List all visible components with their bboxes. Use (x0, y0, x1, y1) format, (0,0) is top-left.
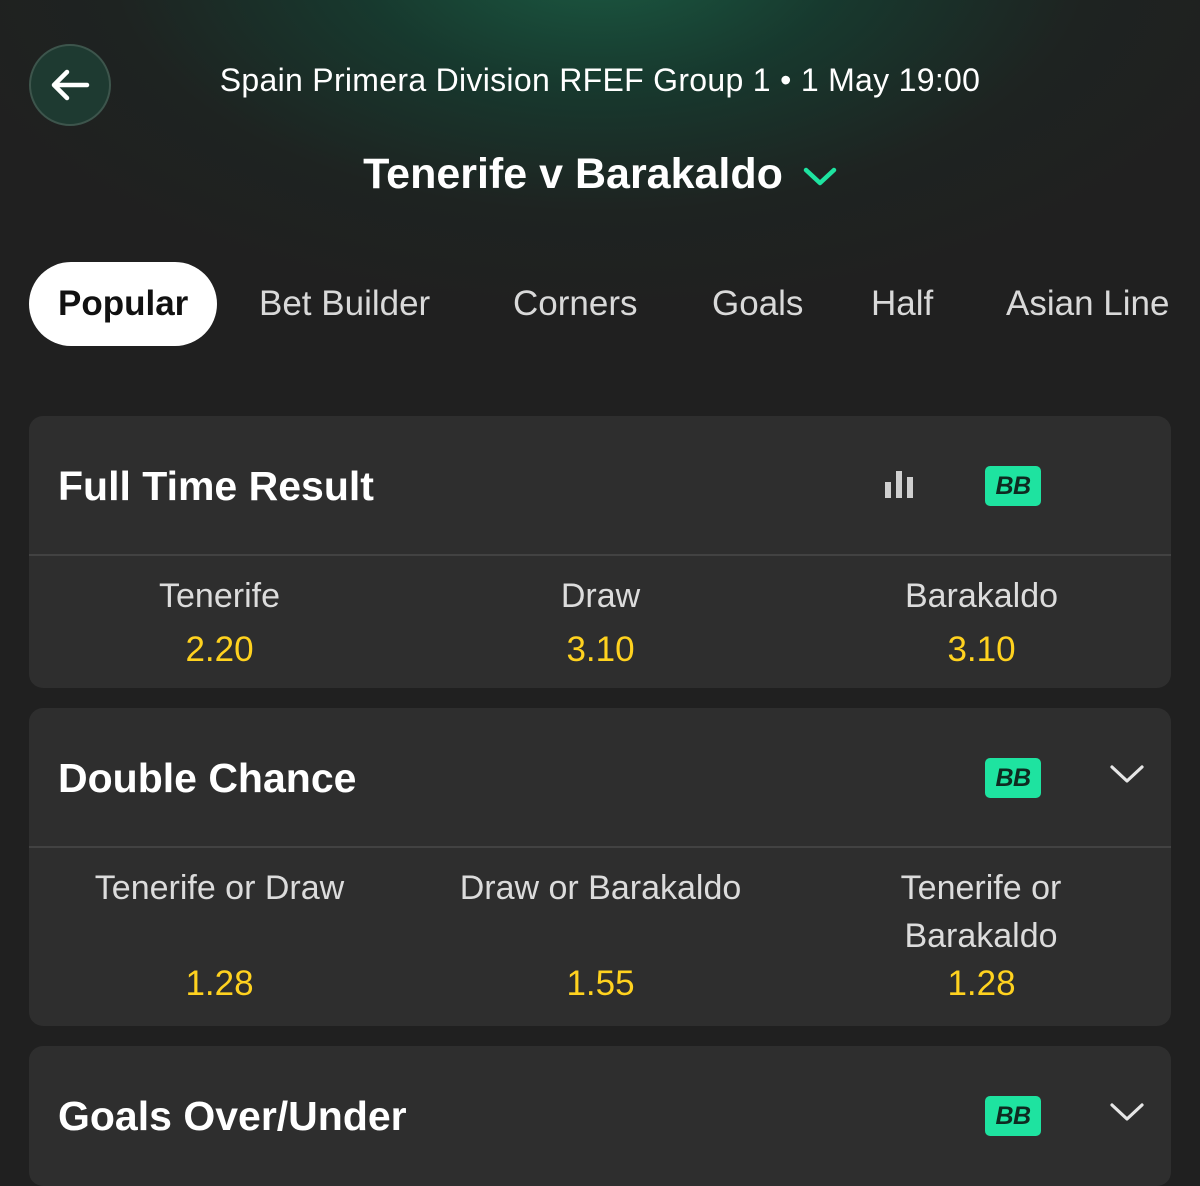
market-card-full-time-result: Full Time Result BB Tenerife 2.20 Draw 3… (29, 416, 1171, 688)
separator-dot: • (780, 62, 792, 98)
outcome-label: Tenerife (159, 577, 280, 615)
chevron-down-icon[interactable] (1109, 762, 1145, 786)
bet-builder-badge: BB (985, 758, 1041, 798)
market-header: Goals Over/Under BB (29, 1046, 1171, 1186)
tab-asian-line[interactable]: Asian Line (1006, 262, 1169, 346)
chevron-down-icon (803, 167, 837, 185)
bet-builder-badge: BB (985, 466, 1041, 506)
competition-name: Spain Primera Division RFEF Group 1 (219, 62, 771, 98)
tab-popular[interactable]: Popular (29, 262, 218, 346)
outcome-tenerife-or-barakaldo[interactable]: Tenerife or Barakaldo (881, 864, 1081, 960)
outcome-odds[interactable]: 1.28 (29, 964, 410, 1004)
outcome-tenerife-or-draw[interactable]: Tenerife or Draw (29, 864, 410, 912)
tab-half[interactable]: Half (871, 262, 933, 346)
outcome-label: Barakaldo (904, 577, 1059, 615)
stats-bars-icon[interactable] (884, 468, 916, 502)
outcome-label: Tenerife or Barakaldo (900, 869, 1062, 955)
outcome-odds[interactable]: 1.55 (410, 964, 791, 1004)
market-tabs: Popular Bet Builder Corners Goals Half A… (29, 262, 1200, 346)
outcome-odds: 2.20 (185, 630, 254, 669)
outcome-tenerife[interactable]: Tenerife 2.20 (29, 572, 410, 670)
match-selector[interactable]: Tenerife v Barakaldo (0, 150, 1200, 199)
outcome-label: Draw or Barakaldo (459, 869, 742, 907)
competition-line: Spain Primera Division RFEF Group 1 • 1 … (0, 62, 1200, 99)
outcome-odds: 3.10 (947, 630, 1016, 669)
outcome-draw-or-barakaldo[interactable]: Draw or Barakaldo (410, 864, 791, 912)
market-card-goals-over-under: Goals Over/Under BB (29, 1046, 1171, 1186)
market-title: Full Time Result (58, 463, 374, 509)
outcome-odds[interactable]: 1.28 (791, 964, 1171, 1004)
bet-builder-badge: BB (985, 1096, 1041, 1136)
chevron-down-icon[interactable] (1109, 1100, 1145, 1124)
outcome-draw[interactable]: Draw 3.10 (410, 572, 791, 670)
outcome-barakaldo[interactable]: Barakaldo 3.10 (791, 572, 1171, 670)
market-card-double-chance: Double Chance BB Tenerife or Draw 1.28 D… (29, 708, 1171, 1026)
kickoff-time: 1 May 19:00 (800, 62, 981, 98)
market-header: Double Chance BB (29, 708, 1171, 848)
match-title: Tenerife v Barakaldo (363, 150, 783, 198)
market-title: Goals Over/Under (58, 1093, 407, 1139)
outcome-label: Tenerife or Draw (94, 869, 345, 907)
tab-bet-builder[interactable]: Bet Builder (259, 262, 430, 346)
outcome-label: Draw (560, 577, 641, 615)
tab-goals[interactable]: Goals (712, 262, 803, 346)
outcome-odds: 3.10 (566, 630, 635, 669)
market-title: Double Chance (58, 755, 357, 801)
tab-corners[interactable]: Corners (513, 262, 637, 346)
market-header: Full Time Result BB (29, 416, 1171, 556)
